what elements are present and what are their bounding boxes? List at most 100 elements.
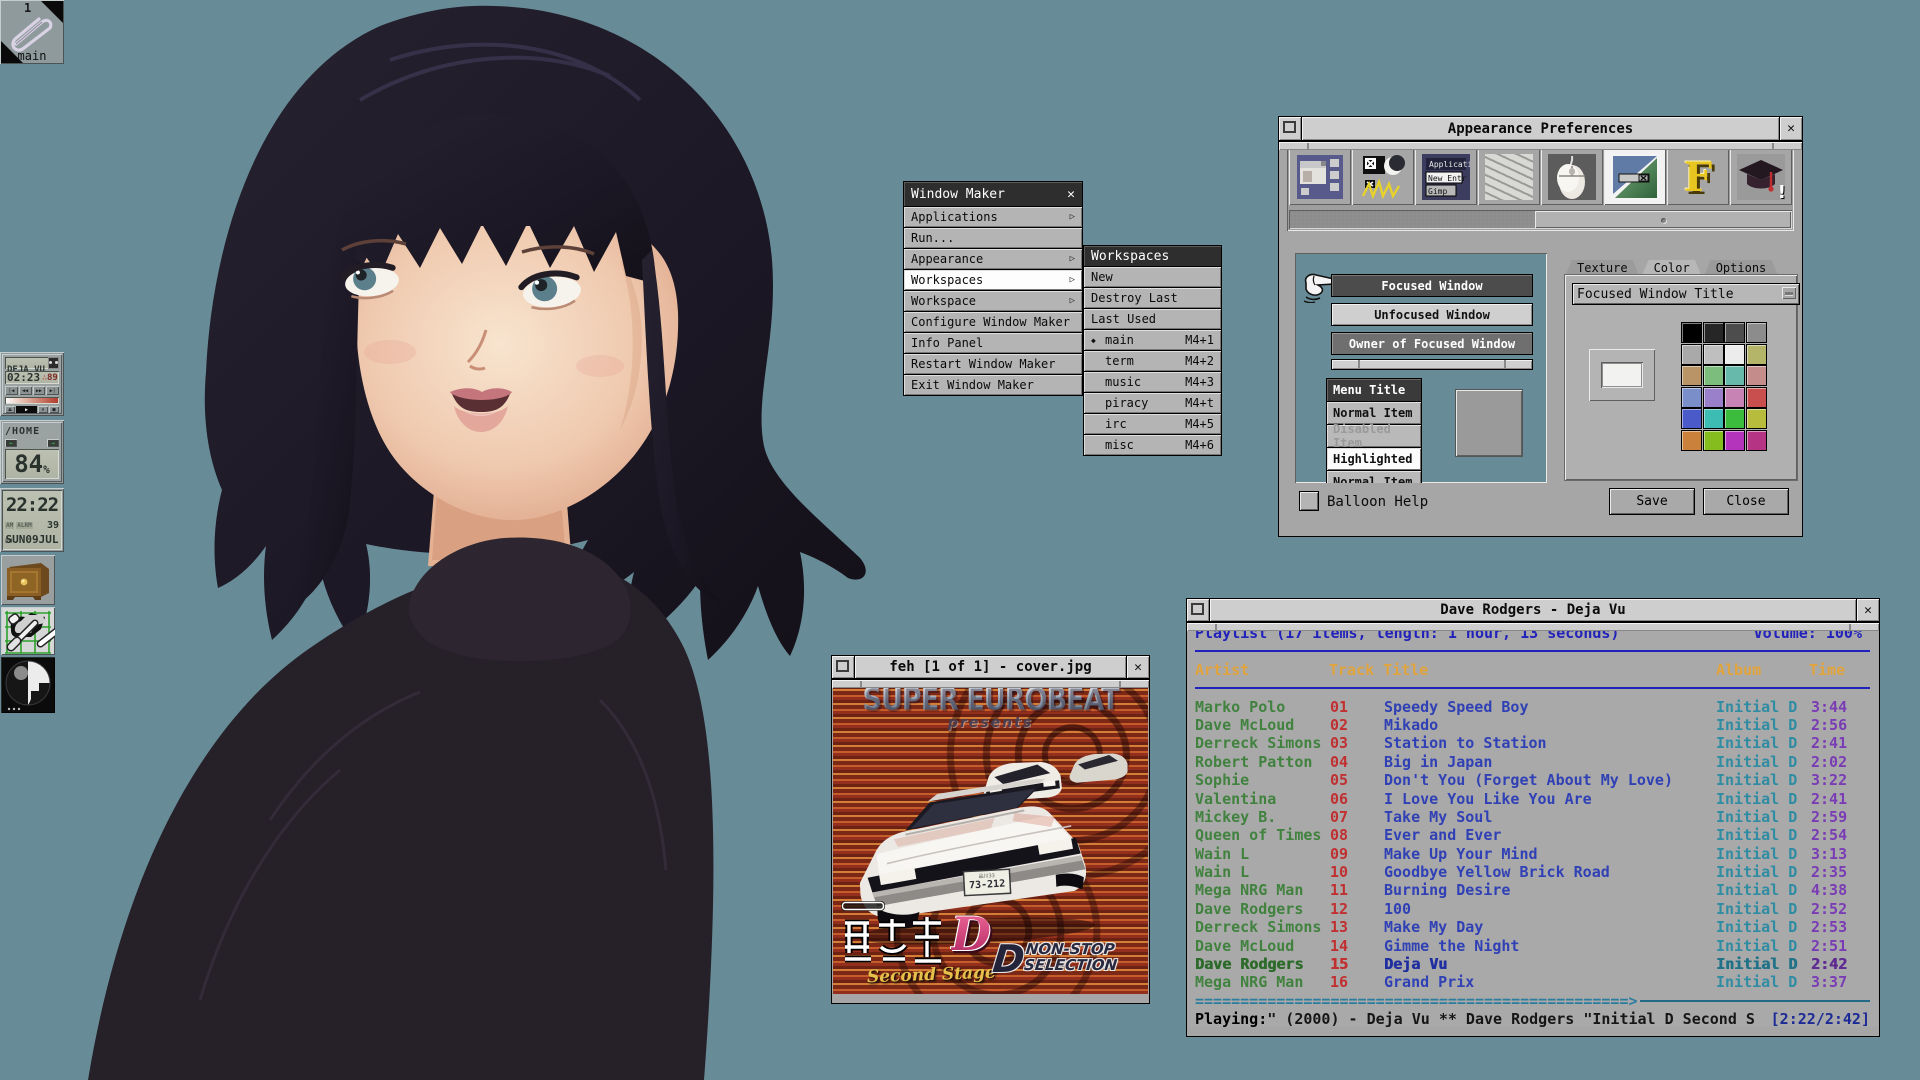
music-progress-bar[interactable] [5,397,59,404]
palette-color[interactable] [1724,365,1745,386]
root-menu-item[interactable]: Appearance ▷ [903,248,1083,270]
dockapp-sphere[interactable] [1,657,55,713]
dockapp-disk-monitor[interactable]: /HOME ← → 84 % [0,420,64,484]
workspace-menu-item[interactable]: ◆ misc M4+6 [1083,434,1222,456]
palette-color[interactable] [1681,322,1702,343]
stop-button[interactable]: ■ [49,406,59,413]
root-menu-item[interactable]: Workspace ▷ [903,290,1083,312]
wprefs-titlebar[interactable]: Appearance Preferences ✕ [1279,117,1802,141]
palette-color[interactable] [1703,387,1724,408]
palette-color[interactable] [1681,344,1702,365]
toolbar-expert-icon[interactable]: ! [1730,149,1792,205]
preview-focused-titlebar[interactable]: Focused Window [1331,274,1533,297]
root-menu-titlebar[interactable]: Window Maker ✕ [903,181,1083,207]
palette-color[interactable] [1746,387,1767,408]
playlist-track-row[interactable]: Dave McLoud 02 Mikado Initial D 2:56 [1195,716,1870,734]
toolbar-windows-icon[interactable] [1289,149,1351,205]
fast-forward-button[interactable]: ▶▶ [33,386,46,395]
workspace-menu-item[interactable]: ◆ piracy M4+t [1083,392,1222,414]
palette-color[interactable] [1746,408,1767,429]
playlist-track-row[interactable]: Mega NRG Man 16 Grand Prix Initial D 3:3… [1195,973,1870,991]
preview-menu-item[interactable]: Menu Title [1326,378,1422,402]
disk-next-button[interactable]: → [47,439,59,447]
player-terminal[interactable]: Playlist (17 items, length: 1 hour, 13 s… [1188,622,1878,1027]
preview-icon-square[interactable] [1455,389,1523,457]
root-menu-item[interactable]: Exit Window Maker ▷ [903,374,1083,396]
palette-color[interactable] [1746,322,1767,343]
palette-color[interactable] [1703,365,1724,386]
palette-color[interactable] [1681,430,1702,451]
playlist-track-row[interactable]: Dave Rodgers 15 Deja Vu Initial D 2:42 [1195,955,1870,973]
music-player-window[interactable]: Dave Rodgers - Deja Vu ✕ Playlist (17 it… [1186,598,1880,1037]
miniaturize-button[interactable] [1187,599,1210,621]
palette-color[interactable] [1703,344,1724,365]
root-menu-item[interactable]: Applications ▷ [903,206,1083,228]
feh-resizebar[interactable] [832,679,1149,688]
palette-color[interactable] [1681,365,1702,386]
palette-color[interactable] [1724,387,1745,408]
feh-window[interactable]: feh [1 of 1] - cover.jpg ✕ SUPER EUROBEA… [831,655,1150,1004]
playlist-track-row[interactable]: Derreck Simons 03 Station to Station Ini… [1195,734,1870,752]
palette-color[interactable] [1681,387,1702,408]
close-button[interactable]: Close [1703,488,1789,515]
workspace-menu-item[interactable]: ◆ music M4+3 [1083,371,1222,393]
workspace-clip[interactable]: 1 main [0,0,64,64]
palette-color[interactable] [1746,365,1767,386]
playlist-track-row[interactable]: Dave Rodgers 12 100 Initial D 2:52 [1195,900,1870,918]
player-resizebar[interactable] [1187,622,1879,631]
toolbar-keyboard-icon[interactable] [1478,149,1540,205]
preview-unfocused-titlebar[interactable]: Unfocused Window [1331,303,1533,326]
desktop[interactable]: 1 main DEJA VU 02:23 ∴ 89 |◀ ◀◀ [0,0,1920,1080]
playlist-track-row[interactable]: Wain L 09 Make Up Your Mind Initial D 3:… [1195,845,1870,863]
playlist-track-row[interactable]: Mickey B. 07 Take My Soul Initial D 2:59 [1195,808,1870,826]
palette-color[interactable] [1703,322,1724,343]
root-menu-item[interactable]: Workspaces ▷ [903,269,1083,291]
appearance-preferences-window[interactable]: Appearance Preferences ✕ [1278,116,1803,537]
root-menu-item[interactable]: Configure Window Maker ▷ [903,311,1083,333]
playlist-track-row[interactable]: Dave McLoud 14 Gimme the Night Initial D… [1195,937,1870,955]
preview-menu-item[interactable]: Highlighted [1326,447,1422,471]
toolbar-scrollbar[interactable] [1289,210,1792,229]
palette-color[interactable] [1703,430,1724,451]
toolbar-mouse-icon[interactable] [1541,149,1603,205]
workspace-menu-item[interactable]: ◆ Destroy Last [1083,287,1222,309]
root-menu-item[interactable]: Info Panel ▷ [903,332,1083,354]
root-menu-item[interactable]: Run... ▷ [903,227,1083,249]
playlist-track-row[interactable]: Mega NRG Man 11 Burning Desire Initial D… [1195,881,1870,899]
workspace-menu-item[interactable]: ◆ term M4+2 [1083,350,1222,372]
close-icon[interactable]: ✕ [1126,656,1149,678]
eject-button[interactable]: ⏏ [5,406,15,413]
disk-prev-button[interactable]: ← [5,439,17,447]
pause-button[interactable]: ⏸ [38,406,48,413]
playlist-track-row[interactable]: Marko Polo 01 Speedy Speed Boy Initial D… [1195,698,1870,716]
playlist-track-row[interactable]: Robert Patton 04 Big in Japan Initial D … [1195,753,1870,771]
save-button[interactable]: Save [1609,488,1695,515]
toolbar-appearance-icon[interactable] [1604,149,1666,205]
workspace-menu-item[interactable]: ◆ irc M4+5 [1083,413,1222,435]
preview-menu-item[interactable]: Normal Item [1326,470,1422,483]
next-track-button[interactable]: ▶| [46,386,59,395]
toolbar-font-icon[interactable]: F [1667,149,1729,205]
wprefs-resizebar[interactable] [1279,141,1802,150]
miniaturize-button[interactable] [1279,117,1302,140]
palette-color[interactable] [1681,408,1702,429]
palette-color[interactable] [1724,408,1745,429]
palette-color[interactable] [1746,430,1767,451]
close-icon[interactable]: ✕ [1067,187,1075,202]
playlist-track-row[interactable]: Wain L 10 Goodbye Yellow Brick Road Init… [1195,863,1870,881]
toolbar-focus-animations-icon[interactable] [1352,149,1414,205]
playlist-track-row[interactable]: Queen of Times 08 Ever and Ever Initial … [1195,826,1870,844]
preview-menu-item[interactable]: Disabled Item [1326,424,1422,448]
preview-owner-titlebar[interactable]: Owner of Focused Window [1331,332,1533,355]
prev-track-button[interactable]: |◀ [5,386,18,395]
playback-progress-bar[interactable]: ========================================… [1195,992,1870,1010]
palette-color[interactable] [1724,344,1745,365]
playlist-track-row[interactable]: Sophie 05 Don't You (Forget About My Lov… [1195,771,1870,789]
toolbar-menu-editor-icon[interactable]: Applicati New Entr Gimp [1415,149,1477,205]
close-icon[interactable]: ✕ [1779,117,1802,140]
color-well[interactable] [1589,349,1655,401]
dockapp-clock[interactable]: 22:22 AM ALRM 39 PM SUN09JUL [0,488,64,552]
close-icon[interactable]: ✕ [1856,599,1879,621]
miniaturize-button[interactable] [832,656,855,678]
palette-color[interactable] [1724,430,1745,451]
